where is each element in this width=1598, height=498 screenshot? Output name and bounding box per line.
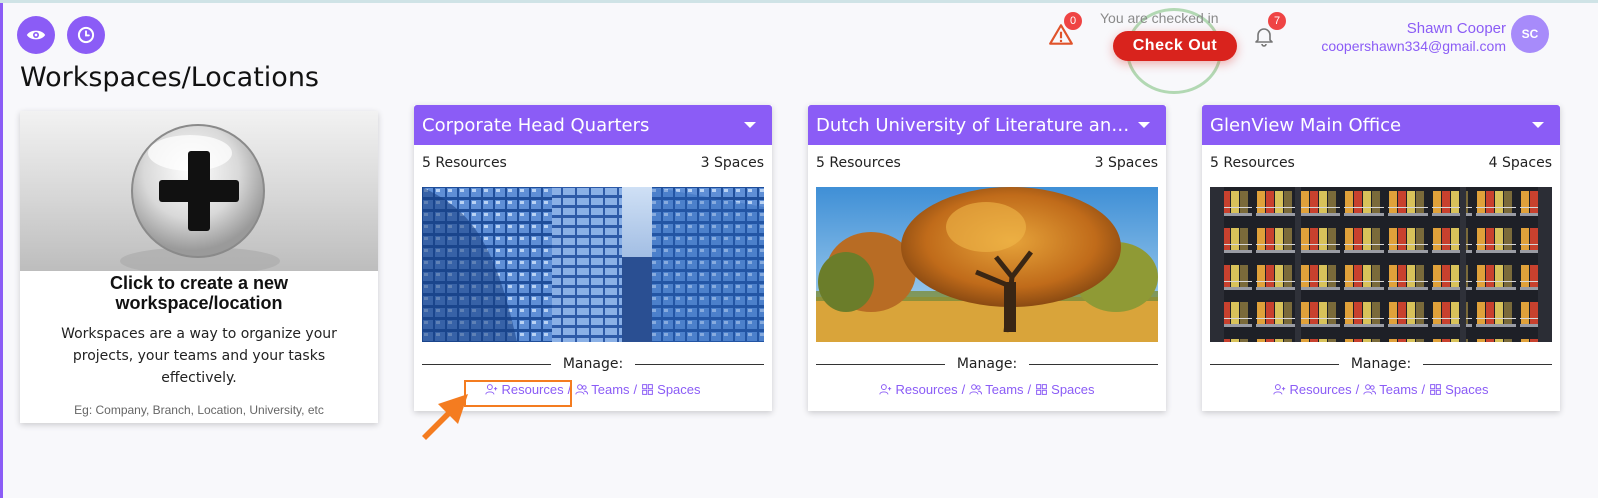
- workspace-card-header[interactable]: Dutch University of Literature and Arts: [808, 105, 1166, 145]
- teams-link-label: Teams: [591, 382, 630, 397]
- users-icon: [969, 384, 983, 395]
- page-title: Workspaces/Locations: [20, 62, 320, 93]
- create-workspace-example: Eg: Company, Branch, Location, Universit…: [74, 403, 324, 417]
- resources-link-label: Resources: [895, 382, 958, 397]
- manage-teams-link[interactable]: Teams: [1363, 382, 1418, 397]
- eye-icon: [26, 30, 46, 40]
- plus-icon: [120, 124, 280, 271]
- divider: [1210, 363, 1339, 365]
- caret-down-icon[interactable]: [1130, 121, 1158, 129]
- workspace-card-header[interactable]: GlenView Main Office: [1202, 105, 1560, 145]
- annotation-arrow-icon: [422, 394, 468, 440]
- link-separator: /: [633, 382, 638, 397]
- create-workspace-description: Workspaces are a way to organize your pr…: [61, 326, 337, 386]
- manage-spaces-link[interactable]: Spaces: [641, 382, 701, 397]
- workspace-spaces-count: 3 Spaces: [700, 155, 764, 171]
- notifications-count-badge: 7: [1268, 12, 1286, 30]
- clock-icon: [77, 26, 95, 44]
- workspace-card: Corporate Head Quarters 5 Resources 3 Sp…: [414, 105, 772, 411]
- create-workspace-card[interactable]: Click to create a new workspace/location…: [20, 111, 378, 423]
- alerts-button[interactable]: 0: [1048, 12, 1082, 48]
- users-icon: [1363, 384, 1377, 395]
- avatar[interactable]: SC: [1511, 15, 1549, 53]
- notifications-button[interactable]: 7: [1252, 12, 1286, 48]
- link-separator: /: [1027, 382, 1032, 397]
- manage-spaces-link[interactable]: Spaces: [1035, 382, 1095, 397]
- workspace-name: Corporate Head Quarters: [422, 114, 650, 136]
- workspace-resources-count: 5 Resources: [816, 155, 901, 171]
- teams-link-label: Teams: [1379, 382, 1418, 397]
- divider: [1029, 363, 1159, 365]
- user-plus-icon: [1273, 384, 1286, 395]
- manage-resources-link[interactable]: Resources: [1273, 382, 1352, 397]
- top-edge-line: [0, 0, 1598, 3]
- spaces-link-label: Spaces: [657, 382, 701, 397]
- manage-label: Manage:: [562, 356, 624, 372]
- spaces-link-label: Spaces: [1051, 382, 1095, 397]
- workspace-name: GlenView Main Office: [1210, 114, 1402, 136]
- workspace-card: GlenView Main Office 5 Resources 4 Space…: [1202, 105, 1560, 411]
- manage-spaces-link[interactable]: Spaces: [1429, 382, 1489, 397]
- grid-icon: [642, 384, 654, 395]
- user-email: coopershawn334@gmail.com: [1321, 38, 1506, 54]
- divider: [1423, 363, 1553, 365]
- workspace-card-header[interactable]: Corporate Head Quarters: [414, 105, 772, 145]
- caret-down-icon[interactable]: [736, 121, 764, 129]
- manage-label: Manage:: [1350, 356, 1412, 372]
- workspace-resources-count: 5 Resources: [1210, 155, 1295, 171]
- workspace-card: Dutch University of Literature and Arts …: [808, 105, 1166, 411]
- manage-teams-link[interactable]: Teams: [575, 382, 630, 397]
- resources-link-label: Resources: [1289, 382, 1352, 397]
- divider: [816, 363, 945, 365]
- user-plus-icon: [879, 384, 892, 395]
- manage-label: Manage:: [956, 356, 1018, 372]
- workspace-spaces-count: 3 Spaces: [1094, 155, 1158, 171]
- divider: [635, 363, 765, 365]
- create-workspace-image: [20, 111, 378, 271]
- grid-icon: [1430, 384, 1442, 395]
- workspace-spaces-count: 4 Spaces: [1488, 155, 1552, 171]
- link-separator: /: [1355, 382, 1360, 397]
- workspace-resources-count: 5 Resources: [422, 155, 507, 171]
- workspace-image: [422, 187, 764, 342]
- workspace-image: [816, 187, 1158, 342]
- left-edge-accent: [0, 0, 3, 498]
- view-toggle-button[interactable]: [17, 16, 55, 54]
- history-button[interactable]: [67, 16, 105, 54]
- checked-in-status: You are checked in: [1100, 10, 1219, 26]
- divider: [422, 363, 551, 365]
- create-workspace-title: Click to create a new workspace/location: [109, 273, 289, 313]
- caret-down-icon[interactable]: [1524, 121, 1552, 129]
- grid-icon: [1036, 384, 1048, 395]
- resources-highlight-box: [464, 380, 572, 407]
- teams-link-label: Teams: [985, 382, 1024, 397]
- workspace-image: [1210, 187, 1552, 342]
- manage-teams-link[interactable]: Teams: [969, 382, 1024, 397]
- alerts-count-badge: 0: [1064, 12, 1082, 30]
- workspace-name: Dutch University of Literature and Arts: [816, 114, 1130, 136]
- checkout-button[interactable]: Check Out: [1113, 31, 1237, 61]
- link-separator: /: [961, 382, 966, 397]
- spaces-link-label: Spaces: [1445, 382, 1489, 397]
- manage-resources-link[interactable]: Resources: [879, 382, 958, 397]
- user-name[interactable]: Shawn Cooper: [1407, 20, 1506, 37]
- link-separator: /: [1421, 382, 1426, 397]
- users-icon: [575, 384, 589, 395]
